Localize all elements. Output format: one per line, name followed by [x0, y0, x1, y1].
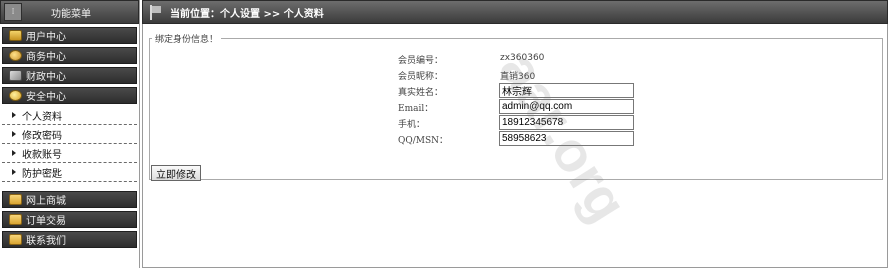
sidebar-section-order-trading[interactable]: 订单交易	[2, 211, 137, 228]
security-icon	[9, 90, 22, 101]
email-label: Email：	[398, 104, 434, 114]
update-button[interactable]: 立即修改	[151, 165, 201, 181]
submenu-label: 修改密码	[22, 130, 62, 142]
arrow-right-icon	[12, 112, 16, 118]
identity-fieldset: 绑定身份信息！ 会员编号： zx360360 会员昵称： 直销360 真实姓名：…	[149, 32, 883, 180]
submenu-item-profile[interactable]: 个人资料	[2, 106, 137, 125]
user-icon	[9, 30, 22, 41]
nickname-row: 会员昵称： 直销360	[150, 67, 884, 83]
nickname-value: 直销360	[500, 72, 536, 82]
phone-row: 手机：	[150, 115, 884, 131]
folder-icon	[9, 194, 22, 205]
sidebar-section-online-mall[interactable]: 网上商城	[2, 191, 137, 208]
email-input[interactable]	[499, 99, 634, 114]
flag-icon	[146, 3, 164, 21]
email-row: Email：	[150, 99, 884, 115]
realname-row: 真实姓名：	[150, 83, 884, 99]
phone-label: 手机：	[398, 120, 426, 130]
qq-row: QQ/MSN：	[150, 131, 884, 147]
sidebar-section-user-center[interactable]: 用户中心	[2, 27, 137, 44]
folder-icon	[9, 234, 22, 245]
content-panel: 绑定身份信息！ 会员编号： zx360360 会员昵称： 直销360 真实姓名：…	[142, 24, 888, 268]
folder-icon	[9, 214, 22, 225]
section-label: 财政中心	[26, 72, 66, 83]
section-label: 订单交易	[26, 216, 66, 227]
section-label: 联系我们	[26, 236, 66, 247]
sidebar-section-business-center[interactable]: 商务中心	[2, 47, 137, 64]
member-id-value: zx360360	[500, 53, 545, 63]
submenu-label: 防护密匙	[22, 168, 62, 180]
menu-header: ⁞ 功能菜单	[0, 0, 139, 24]
arrow-right-icon	[12, 169, 16, 175]
main-area: 当前位置：个人设置 >> 个人资料 绑定身份信息！ 会员编号： zx360360…	[142, 0, 888, 268]
section-label: 安全中心	[26, 92, 66, 103]
nickname-label: 会员昵称：	[398, 72, 444, 82]
submenu-label: 收款账号	[22, 149, 62, 161]
fieldset-legend: 绑定身份信息！	[155, 35, 219, 45]
sidebar-section-security-center[interactable]: 安全中心	[2, 87, 137, 104]
breadcrumb: 当前位置：个人设置 >> 个人资料	[170, 8, 324, 20]
submenu-item-change-password[interactable]: 修改密码	[2, 125, 137, 144]
member-id-row: 会员编号： zx360360	[150, 51, 884, 67]
phone-input[interactable]	[499, 115, 634, 130]
submenu-item-payment-account[interactable]: 收款账号	[2, 144, 137, 163]
arrow-right-icon	[12, 131, 16, 137]
member-id-label: 会员编号：	[398, 56, 444, 66]
section-label: 用户中心	[26, 32, 66, 43]
submenu-label: 个人资料	[22, 111, 62, 123]
qq-input[interactable]	[499, 131, 634, 146]
realname-input[interactable]	[499, 83, 634, 98]
sidebar: ⁞ 功能菜单 用户中心 商务中心 财政中心 安全中心 个人资料 修改密码 收款账…	[0, 0, 140, 268]
arrow-right-icon	[12, 150, 16, 156]
submenu-item-security-key[interactable]: 防护密匙	[2, 163, 137, 182]
realname-label: 真实姓名：	[398, 88, 444, 98]
business-icon	[9, 50, 22, 61]
menu-toggle-icon[interactable]: ⁞	[4, 3, 22, 21]
finance-icon	[9, 70, 22, 81]
menu-title: 功能菜单	[51, 8, 91, 20]
location-bar: 当前位置：个人设置 >> 个人资料	[142, 0, 888, 24]
qq-label: QQ/MSN：	[398, 136, 449, 146]
security-submenu: 个人资料 修改密码 收款账号 防护密匙	[2, 106, 137, 182]
sidebar-section-finance-center[interactable]: 财政中心	[2, 67, 137, 84]
section-label: 网上商城	[26, 196, 66, 207]
sidebar-section-contact-us[interactable]: 联系我们	[2, 231, 137, 248]
section-label: 商务中心	[26, 52, 66, 63]
